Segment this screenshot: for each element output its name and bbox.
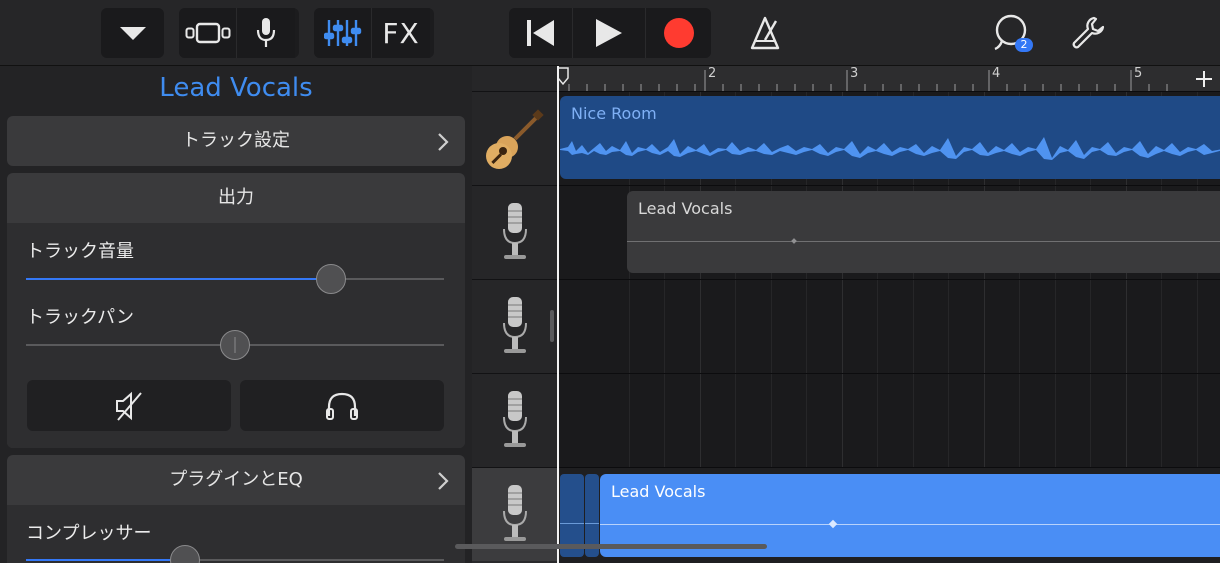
track-header-vocal-3[interactable] [472, 373, 557, 467]
acoustic-guitar-icon [485, 108, 544, 169]
track-settings-label: トラック設定 [182, 130, 290, 151]
track-pan-knob[interactable] [220, 330, 250, 360]
top-toolbar: FX 2 [0, 0, 1220, 66]
view-menu-button[interactable] [101, 8, 164, 58]
inspector-title: Lead Vocals [159, 73, 313, 103]
track-volume-knob[interactable] [316, 264, 346, 294]
record-button[interactable] [646, 8, 711, 58]
plugins-body: コンプレッサー [7, 505, 465, 563]
metronome-icon [750, 16, 780, 50]
region-lead-vocals-gray[interactable]: Lead Vocals [627, 191, 1220, 273]
microphone-icon [502, 390, 527, 447]
microphone-icon [502, 484, 527, 541]
play-icon [596, 19, 622, 47]
microphone-icon [502, 202, 527, 259]
fx-label: FX [382, 16, 420, 50]
horizontal-scroll-indicator[interactable] [455, 544, 767, 549]
transport-group [509, 8, 711, 58]
region-nice-room[interactable]: Nice Room [560, 96, 1220, 179]
plugins-eq-label: プラグインとEQ [169, 469, 303, 490]
lane-vocal-2 [557, 279, 1220, 373]
play-button[interactable] [573, 8, 646, 58]
bar-number-5: 5 [1134, 66, 1143, 81]
headphones-icon [326, 392, 358, 420]
track-headers [472, 66, 557, 563]
chevron-right-icon [438, 472, 449, 490]
bar-ruler[interactable]: 2 3 4 5 [557, 66, 1220, 91]
track-view-icon [185, 22, 230, 44]
microphone-icon [502, 296, 527, 353]
compressor-fill [26, 559, 185, 561]
track-settings-row[interactable]: トラック設定 [7, 116, 465, 166]
lane-vocal-3 [557, 373, 1220, 467]
fx-button[interactable]: FX [372, 8, 430, 58]
speaker-mute-icon [116, 391, 142, 421]
track-inspector-panel: Lead Vocals トラック設定 出力 トラック音量 トラックパン プラグイ… [0, 66, 472, 563]
microphone-icon [256, 18, 276, 47]
compressor-label: コンプレッサー [26, 523, 152, 544]
region-label: Lead Vocals [611, 482, 706, 501]
bar-number-3: 3 [850, 66, 859, 81]
track-pan-label: トラックパン [26, 307, 134, 328]
track-header-vocal-1[interactable] [472, 185, 557, 279]
region-label: Nice Room [571, 104, 657, 123]
view-menu-group [101, 8, 164, 58]
bar-number-4: 4 [992, 66, 1001, 81]
ruler-ticks [557, 67, 1168, 91]
vertical-scroll-indicator[interactable] [550, 310, 554, 342]
metronome-button[interactable] [735, 8, 795, 58]
mute-button[interactable] [27, 380, 231, 431]
plugins-eq-row[interactable]: プラグインとEQ [7, 455, 465, 505]
controls-group: FX [314, 8, 434, 58]
track-header-guitar[interactable] [472, 91, 557, 185]
record-icon [663, 18, 694, 48]
solo-button[interactable] [240, 380, 444, 431]
track-pan-slider[interactable] [26, 330, 444, 360]
track-volume-slider[interactable] [26, 264, 444, 294]
plugins-eq-section: プラグインとEQ コンプレッサー [7, 455, 465, 563]
browser-group [179, 8, 299, 58]
track-volume-fill [26, 278, 331, 280]
mixer-button[interactable] [314, 8, 372, 58]
mixer-icon [323, 20, 361, 46]
waveform [560, 137, 1220, 160]
playhead[interactable] [557, 66, 559, 563]
region-label: Lead Vocals [638, 199, 733, 218]
add-section-button[interactable] [1188, 66, 1220, 91]
go-to-start-button[interactable] [509, 8, 573, 58]
loop-browser-button[interactable] [980, 8, 1040, 58]
plus-icon [1196, 70, 1212, 87]
compressor-slider[interactable] [26, 545, 444, 563]
track-volume-label: トラック音量 [26, 241, 134, 262]
output-section: 出力 トラック音量 トラックパン [7, 173, 465, 448]
bar-number-2: 2 [708, 66, 717, 81]
settings-button[interactable] [1058, 8, 1118, 58]
track-view-button[interactable] [179, 8, 237, 58]
chevron-down-icon [119, 27, 146, 40]
go-to-start-icon [526, 20, 554, 46]
loop-count-badge: 2 [1015, 38, 1033, 52]
compressor-knob[interactable] [170, 545, 200, 563]
pan-crosshair-icon [234, 337, 236, 353]
garageband-app: FX 2 Lead Vocals トラック設定 出力 トラック音量 トラックパン… [0, 0, 1220, 563]
tracks-timeline[interactable]: 2 3 4 5 Nice Room Lead Vocals Lead Vocal… [557, 66, 1220, 563]
instrument-button[interactable] [237, 8, 295, 58]
output-header: 出力 [218, 187, 254, 208]
output-body: トラック音量 トラックパン [7, 223, 465, 448]
chevron-right-icon [438, 133, 449, 151]
wrench-icon [1072, 16, 1105, 49]
track-header-vocal-2[interactable] [472, 279, 557, 373]
